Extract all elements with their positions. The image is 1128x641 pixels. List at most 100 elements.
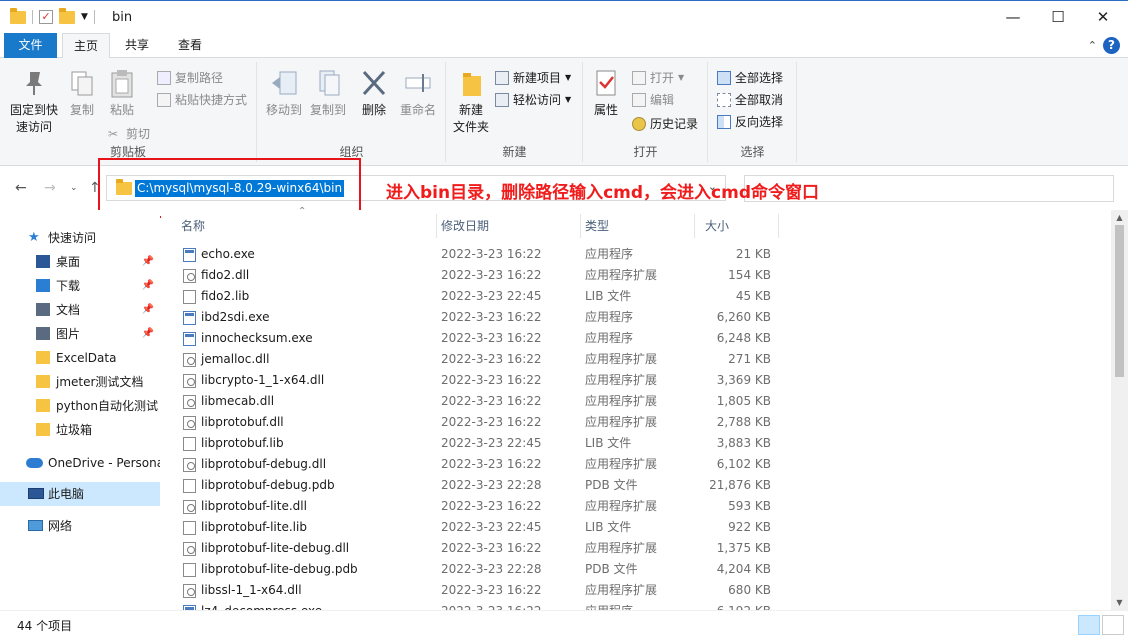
edit-button[interactable]: 编辑 (632, 90, 674, 110)
file-row[interactable]: libmecab.dll 2022-3-23 16:22 应用程序扩展 1,805 K… (181, 391, 781, 412)
pin-icon[interactable]: 📌 (142, 298, 154, 322)
file-row[interactable]: libprotobuf.dll 2022-3-23 16:22 应用程序扩展 2,78… (181, 412, 781, 433)
collapse-ribbon-icon[interactable]: ⌃ (1088, 39, 1097, 52)
paste-button[interactable]: 粘贴 (104, 68, 140, 119)
nav-item[interactable]: 下载 📌 (0, 274, 160, 298)
scissors-icon: ✂ (108, 127, 119, 141)
open-button[interactable]: 打开 ▼ (632, 68, 684, 88)
nav-item[interactable]: 文档 📌 (0, 298, 160, 322)
rename-button[interactable]: 重命名 (396, 68, 440, 119)
pin-quick-access-button[interactable]: 固定到快 速访问 (4, 68, 64, 136)
folder-icon (36, 375, 50, 388)
file-size: 2,788 KB (716, 415, 771, 429)
move-to-button[interactable]: 移动到 (262, 68, 306, 119)
file-row[interactable]: lz4_decompress.exe 2022-3-23 16:22 应用程序 6,1… (181, 601, 781, 610)
file-row[interactable]: libprotobuf-lite-debug.dll 2022-3-23 16:2… (181, 538, 781, 559)
help-icon[interactable]: ? (1103, 37, 1120, 54)
tab-view[interactable]: 查看 (166, 33, 214, 58)
copy-path-button[interactable]: 复制路径 (157, 68, 223, 88)
scroll-up-icon[interactable]: ▲ (1111, 213, 1128, 222)
nav-network[interactable]: 网络 (0, 514, 160, 538)
easy-access-button[interactable]: 轻松访问 ▼ (495, 90, 571, 110)
new-item-icon (495, 71, 509, 85)
pin-icon[interactable]: 📌 (142, 250, 154, 274)
file-row[interactable]: innochecksum.exe 2022-3-23 16:22 应用程序 6,248… (181, 328, 781, 349)
dll-file-icon (183, 542, 196, 556)
folder-icon (36, 399, 50, 412)
copy-path-icon (157, 71, 171, 85)
file-row[interactable]: libprotobuf-lite.lib 2022-3-23 22:45 LIB 文… (181, 517, 781, 538)
new-folder-button[interactable]: 新建 文件夹 (449, 68, 493, 136)
select-none-button[interactable]: 全部取消 (717, 90, 783, 110)
new-folder-icon (455, 68, 487, 98)
file-row[interactable]: fido2.dll 2022-3-23 16:22 应用程序扩展 154 KB (181, 265, 781, 286)
recent-locations-chevron-icon[interactable]: ⌄ (70, 183, 78, 193)
nav-item[interactable]: jmeter测试文档 (0, 370, 160, 394)
file-row[interactable]: ibd2sdi.exe 2022-3-23 16:22 应用程序 6,260 KB (181, 307, 781, 328)
column-header-size[interactable]: 大小 (705, 214, 779, 238)
delete-button[interactable]: 删除 (356, 68, 392, 119)
file-row[interactable]: libprotobuf-lite-debug.pdb 2022-3-23 22:2… (181, 559, 781, 580)
copy-button[interactable]: 复制 (64, 68, 100, 119)
copy-to-button[interactable]: 复制到 (306, 68, 350, 119)
nav-item-label: 桌面 (56, 255, 81, 269)
nav-item[interactable]: python自动化测试 (0, 394, 160, 418)
nav-quick-access[interactable]: ★ 快速访问 (0, 226, 160, 250)
rename-icon (402, 68, 434, 98)
nav-item[interactable]: 垃圾箱 (0, 418, 160, 442)
paste-shortcut-button[interactable]: 粘贴快捷方式 (157, 90, 247, 110)
properties-button[interactable]: 属性 (588, 68, 624, 119)
customize-toolbar-dropdown-icon[interactable]: ▼ (81, 12, 88, 22)
column-header-date[interactable]: 修改日期 (441, 214, 581, 238)
file-name: libmecab.dll (201, 394, 275, 408)
nav-this-pc[interactable]: 此电脑 (0, 482, 160, 506)
new-item-button[interactable]: 新建项目 ▼ (495, 68, 571, 88)
file-row[interactable]: libprotobuf-debug.pdb 2022-3-23 22:28 PDB … (181, 475, 781, 496)
maximize-button[interactable]: ☐ (1035, 1, 1081, 34)
pin-icon[interactable]: 📌 (142, 322, 154, 346)
scroll-down-icon[interactable]: ▼ (1111, 598, 1128, 607)
file-row[interactable]: jemalloc.dll 2022-3-23 16:22 应用程序扩展 271 KB (181, 349, 781, 370)
nav-item-label: 文档 (56, 303, 81, 317)
pin-icon[interactable]: 📌 (142, 274, 154, 298)
properties-check-icon[interactable]: ✓ (39, 10, 53, 24)
nav-item[interactable]: ExcelData (0, 346, 160, 370)
scrollbar-thumb[interactable] (1115, 225, 1124, 377)
large-icons-view-icon[interactable] (1102, 615, 1124, 635)
history-button[interactable]: 历史记录 (632, 114, 698, 134)
file-row[interactable]: echo.exe 2022-3-23 16:22 应用程序 21 KB (181, 244, 781, 265)
file-row[interactable]: fido2.lib 2022-3-23 22:45 LIB 文件 45 KB (181, 286, 781, 307)
new-folder-icon[interactable] (59, 7, 75, 24)
nav-onedrive[interactable]: OneDrive - Persona (0, 451, 160, 475)
details-view-icon[interactable] (1078, 615, 1100, 635)
vertical-scrollbar[interactable]: ▲ ▼ (1111, 210, 1128, 610)
cloud-icon (26, 458, 43, 468)
select-all-button[interactable]: 全部选择 (717, 68, 783, 88)
network-icon (28, 520, 43, 531)
column-header-name[interactable]: 名称 (181, 214, 437, 238)
file-type: 应用程序扩展 (585, 394, 658, 408)
properties-icon (590, 68, 622, 98)
minimize-button[interactable]: — (990, 1, 1036, 34)
navigation-pane: ★ 快速访问 桌面 📌 下载 📌 文档 📌 图片 📌 ExcelData jmeter测试文档 py… (0, 210, 160, 610)
nav-item[interactable]: 桌面 📌 (0, 250, 160, 274)
file-row[interactable]: libprotobuf.lib 2022-3-23 22:45 LIB 文件 3,88… (181, 433, 781, 454)
forward-arrow-icon[interactable]: → (44, 180, 56, 196)
column-header-type[interactable]: 类型 (585, 214, 695, 238)
tab-file[interactable]: 文件 (4, 33, 57, 58)
tab-home[interactable]: 主页 (62, 33, 110, 59)
file-row[interactable]: libprotobuf-lite.dll 2022-3-23 16:22 应用程序扩… (181, 496, 781, 517)
nav-item-label: jmeter测试文档 (56, 375, 144, 389)
file-type: PDB 文件 (585, 562, 638, 576)
close-button[interactable]: ✕ (1080, 1, 1126, 34)
back-arrow-icon[interactable]: ← (15, 180, 27, 196)
nav-item[interactable]: 图片 📌 (0, 322, 160, 346)
file-date: 2022-3-23 16:22 (441, 310, 542, 324)
file-row[interactable]: libprotobuf-debug.dll 2022-3-23 16:22 应用程序… (181, 454, 781, 475)
invert-selection-button[interactable]: 反向选择 (717, 112, 783, 132)
file-name: libprotobuf.lib (201, 436, 284, 450)
tab-share[interactable]: 共享 (113, 33, 161, 58)
file-row[interactable]: libssl-1_1-x64.dll 2022-3-23 16:22 应用程序扩展 6… (181, 580, 781, 601)
file-row[interactable]: libcrypto-1_1-x64.dll 2022-3-23 16:22 应用程序… (181, 370, 781, 391)
cut-button[interactable]: ✂ 剪切 (108, 124, 150, 144)
